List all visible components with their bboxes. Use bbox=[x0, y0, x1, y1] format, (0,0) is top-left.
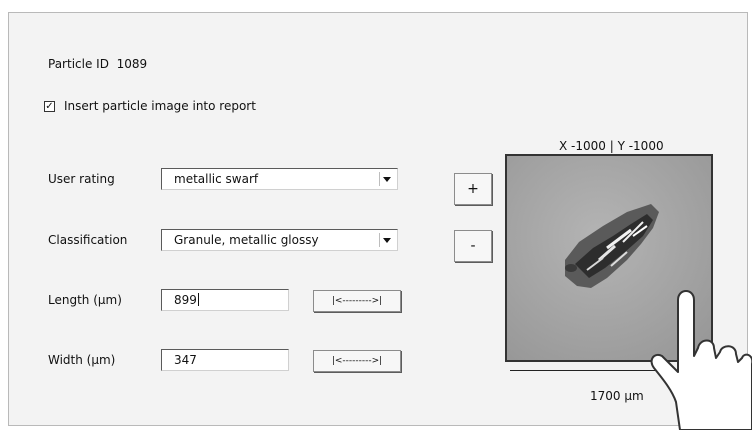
length-value: 899 bbox=[174, 293, 197, 307]
scale-label: 1700 µm bbox=[590, 389, 644, 403]
width-input[interactable]: 347 bbox=[161, 349, 289, 371]
chevron-down-icon[interactable] bbox=[379, 172, 394, 186]
user-rating-select[interactable]: metallic swarf bbox=[161, 168, 398, 190]
insert-image-label: Insert particle image into report bbox=[64, 99, 256, 113]
pointing-hand-icon bbox=[650, 290, 752, 430]
user-rating-value: metallic swarf bbox=[174, 172, 259, 186]
coordinates-readout: X -1000 | Y -1000 bbox=[559, 139, 664, 153]
particle-id-value: 1089 bbox=[116, 57, 148, 71]
classification-label: Classification bbox=[48, 233, 128, 247]
check-icon: ✓ bbox=[45, 101, 54, 112]
particle-id: Particle ID 1089 bbox=[48, 57, 147, 71]
classification-value: Granule, metallic glossy bbox=[174, 233, 319, 247]
classification-select[interactable]: Granule, metallic glossy bbox=[161, 229, 398, 251]
measure-length-button[interactable]: |<--------->| bbox=[313, 290, 401, 312]
measure-width-button[interactable]: |<--------->| bbox=[313, 350, 401, 372]
width-value: 347 bbox=[174, 353, 197, 367]
length-label: Length (µm) bbox=[48, 293, 122, 307]
particle-id-label: Particle ID bbox=[48, 57, 109, 71]
text-caret bbox=[197, 293, 199, 306]
length-input[interactable]: 899 bbox=[161, 289, 289, 311]
zoom-out-button[interactable]: - bbox=[454, 230, 492, 262]
zoom-in-button[interactable]: + bbox=[454, 173, 492, 205]
user-rating-label: User rating bbox=[48, 172, 115, 186]
width-label: Width (µm) bbox=[48, 353, 116, 367]
insert-image-checkbox[interactable]: ✓ bbox=[44, 101, 55, 112]
chevron-down-icon[interactable] bbox=[379, 233, 394, 247]
